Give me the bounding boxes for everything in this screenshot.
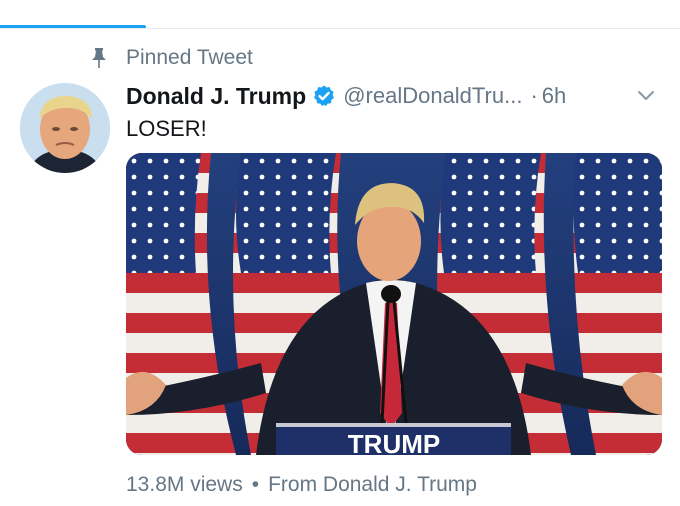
pinned-tweet-row: Pinned Tweet (88, 45, 253, 71)
tweet-timestamp[interactable]: 6h (542, 83, 566, 109)
top-divider (0, 28, 680, 29)
avatar[interactable] (20, 83, 110, 173)
tweet-footer: 13.8M views • From Donald J. Trump (126, 473, 477, 497)
pin-icon (88, 47, 110, 69)
footer-separator: • (251, 473, 260, 496)
tweet-source[interactable]: From Donald J. Trump (268, 473, 477, 497)
pinned-tweet-label: Pinned Tweet (126, 46, 253, 69)
tweet-media-image[interactable]: TRUMP (126, 153, 662, 455)
verified-badge-icon (312, 84, 336, 108)
tweet-text: LOSER! (126, 116, 207, 141)
display-name[interactable]: Donald J. Trump (126, 83, 306, 110)
view-count: 13.8M views (126, 473, 243, 496)
handle-separator: · (530, 83, 538, 108)
user-handle[interactable]: @realDonaldTru... (343, 83, 522, 109)
tweet-header: Donald J. Trump @realDonaldTru... · 6h (126, 80, 566, 112)
chevron-down-icon[interactable] (636, 86, 656, 106)
podium-sign-text: TRUMP (348, 429, 440, 455)
